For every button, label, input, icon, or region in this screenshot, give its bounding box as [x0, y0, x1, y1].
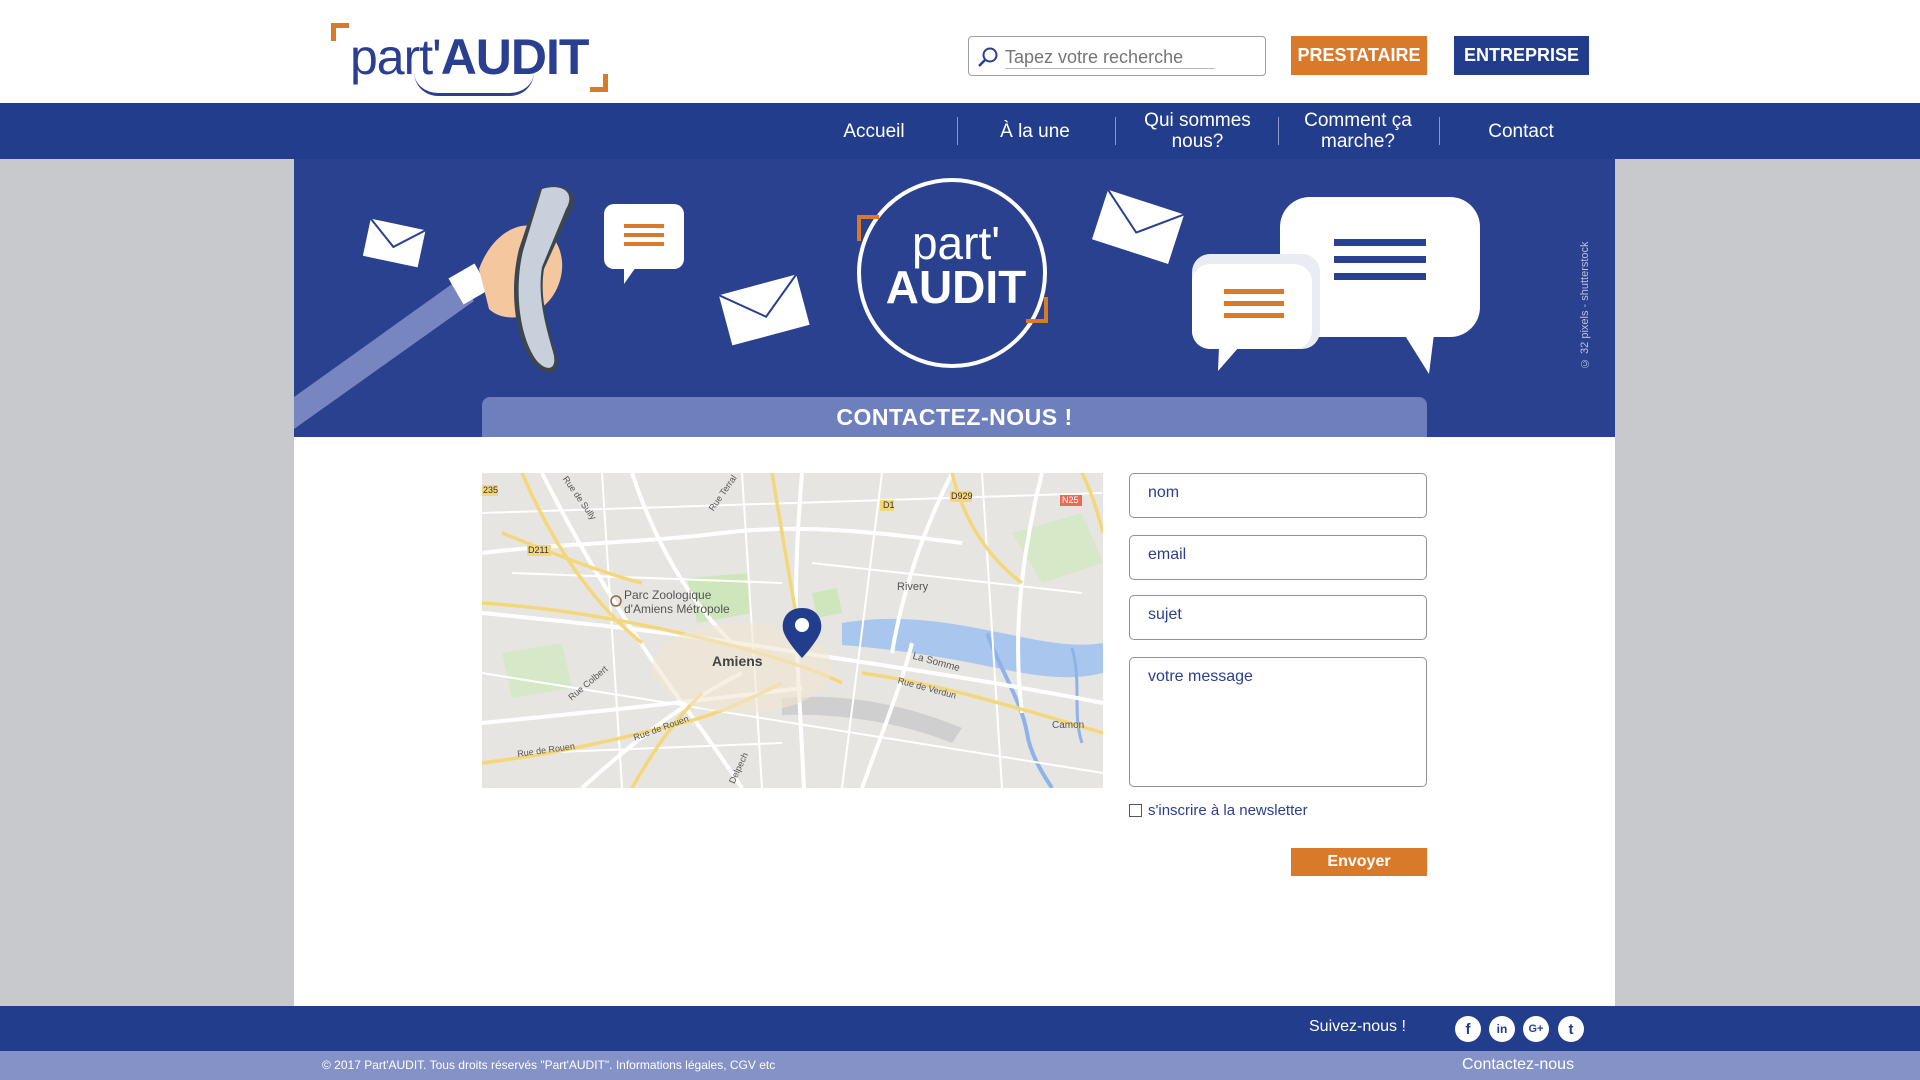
search-input[interactable] — [1005, 43, 1245, 71]
message-field[interactable] — [1129, 657, 1427, 787]
email-field[interactable] — [1129, 535, 1427, 580]
search-icon — [978, 47, 998, 67]
main-content: part' AUDIT © 32 pixels - shutterstock C… — [294, 159, 1615, 1006]
newsletter-checkbox[interactable] — [1129, 804, 1142, 817]
send-button[interactable]: Envoyer — [1291, 848, 1427, 876]
search-underline — [1005, 68, 1215, 69]
footer-legal-bar: © 2017 Part'AUDIT. Tous droits réservés … — [0, 1051, 1920, 1080]
nav-separator — [957, 117, 958, 145]
logo-corner-top-left — [331, 23, 349, 41]
nav-separator — [1278, 117, 1279, 145]
newsletter-option[interactable]: s'inscrire à la newsletter — [1129, 802, 1308, 819]
sujet-field[interactable] — [1129, 595, 1427, 640]
contact-title: CONTACTEZ-NOUS ! — [482, 397, 1427, 437]
map-label-d929: D929 — [951, 491, 973, 501]
image-credit: © 32 pixels - shutterstock — [1579, 241, 1591, 369]
nav-item-a-la-une[interactable]: À la une — [975, 103, 1095, 159]
nav-separator — [1115, 117, 1116, 145]
google-plus-icon[interactable]: G+ — [1523, 1016, 1549, 1042]
sujet-input[interactable] — [1148, 606, 1408, 624]
location-pin-icon[interactable] — [784, 608, 820, 658]
nom-field[interactable] — [1129, 473, 1427, 518]
newsletter-label[interactable]: s'inscrire à la newsletter — [1148, 802, 1308, 819]
banner-logo-part: part' — [911, 217, 1001, 269]
follow-us-label: Suivez-nous ! — [1309, 1018, 1406, 1035]
nav-separator — [1439, 117, 1440, 145]
email-input[interactable] — [1148, 546, 1408, 564]
location-map[interactable]: D1 D929 N25 D211 235 Rue de Sully Rue Te… — [482, 473, 1103, 788]
map-label-d211: D211 — [528, 545, 549, 555]
twitter-icon[interactable]: t — [1558, 1016, 1584, 1042]
linkedin-icon[interactable]: in — [1489, 1016, 1515, 1042]
contact-banner: part' AUDIT © 32 pixels - shutterstock — [294, 159, 1615, 437]
main-nav: Accueil À la une Qui sommes nous? Commen… — [0, 103, 1920, 159]
footer-contact-link[interactable]: Contactez-nous — [1462, 1056, 1574, 1074]
copyright-text: © 2017 Part'AUDIT. Tous droits réservés … — [322, 1058, 776, 1072]
nav-item-contact[interactable]: Contact — [1460, 103, 1582, 159]
map-label-d1: D1 — [883, 500, 895, 510]
logo-corner-bottom-right — [590, 74, 608, 92]
facebook-icon[interactable]: f — [1455, 1016, 1481, 1042]
footer-social-bar: Suivez-nous ! f in G+ t — [0, 1006, 1920, 1051]
map-label-235: 235 — [483, 485, 499, 495]
nav-item-accueil[interactable]: Accueil — [810, 103, 938, 159]
map-label-zoo: Parc Zoologique — [624, 588, 712, 602]
map-label-amiens: Amiens — [712, 653, 763, 669]
logo-swoosh — [414, 72, 534, 96]
map-label-zoo-2: d'Amiens Métropole — [624, 602, 730, 616]
nav-item-qui-sommes-nous[interactable]: Qui sommes nous? — [1130, 103, 1265, 159]
search-box[interactable] — [968, 36, 1266, 76]
partaudit-logo[interactable]: part'AUDIT — [328, 20, 608, 96]
header: part'AUDIT PRESTATAIRE ENTREPRISE — [0, 0, 1920, 103]
map-label-n25: N25 — [1062, 495, 1079, 505]
entreprise-button[interactable]: ENTREPRISE — [1454, 36, 1589, 75]
nav-item-comment-ca-marche[interactable]: Comment ça marche? — [1293, 103, 1423, 159]
nom-input[interactable] — [1148, 484, 1408, 502]
message-textarea[interactable] — [1148, 668, 1408, 778]
prestataire-button[interactable]: PRESTATAIRE — [1291, 36, 1427, 75]
banner-logo-audit: AUDIT — [885, 261, 1027, 313]
banner-center-logo: part' AUDIT — [871, 217, 1041, 313]
map-label-rivery: Rivery — [897, 581, 929, 593]
map-label-camon: Camon — [1052, 720, 1085, 731]
